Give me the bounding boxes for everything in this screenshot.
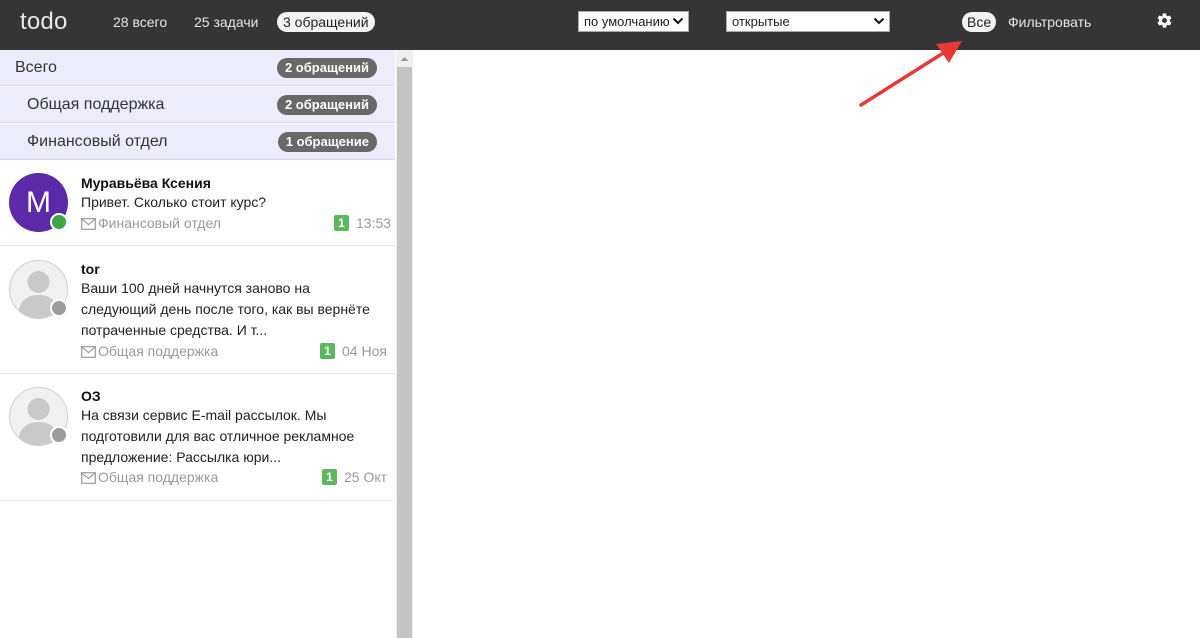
counter-tickets[interactable]: 3 обращений (277, 12, 375, 32)
filter-button[interactable]: Фильтровать (1008, 14, 1091, 30)
category-label: Общая поддержка (27, 96, 165, 113)
message-preview: Привет. Сколько стоит курс? (81, 194, 267, 210)
app-logo[interactable]: todo (20, 8, 68, 36)
offline-status-icon (50, 426, 68, 444)
message-preview: Ваши 100 дней начнутся заново на следующ… (81, 280, 370, 338)
timestamp: 13:53 (356, 215, 392, 231)
unread-count-badge: 1 (334, 215, 349, 231)
channel: Финансовый отдел (81, 215, 221, 231)
sort-select-value: по умолчанию (584, 14, 670, 29)
channel-label: Финансовый отдел (98, 215, 221, 231)
timestamp: 04 Ноя (342, 343, 387, 359)
category-all[interactable]: Всего 2 обращений (0, 50, 395, 86)
category-count-badge: 2 обращений (276, 58, 377, 78)
state-select[interactable]: открытые (726, 11, 890, 32)
offline-status-icon (50, 299, 68, 317)
scroll-up-arrow-icon[interactable] (396, 53, 413, 65)
message-preview: На связи сервис E-mail рассылок. Мы подг… (81, 407, 355, 465)
channel-label: Общая поддержка (98, 469, 219, 485)
sort-select[interactable]: по умолчанию (578, 11, 689, 32)
all-button[interactable]: Все (962, 12, 997, 32)
category-finance[interactable]: Финансовый отдел 1 обращение (0, 124, 395, 160)
channel: Общая поддержка (81, 343, 218, 359)
envelope-icon (81, 218, 96, 230)
category-label: Финансовый отдел (27, 133, 168, 150)
counter-tasks[interactable]: 25 задачи (194, 14, 258, 30)
unread-count-badge: 1 (322, 469, 337, 485)
chevron-down-icon (873, 17, 885, 25)
category-count-badge: 2 обращений (276, 95, 377, 115)
online-status-icon (50, 213, 68, 231)
category-label: Всего (15, 59, 57, 76)
conversation-panel: Всего 2 обращений Общая поддержка 2 обра… (0, 50, 395, 638)
category-general-support[interactable]: Общая поддержка 2 обращений (0, 87, 395, 123)
timestamp: 25 Окт (344, 469, 388, 485)
channel: Общая поддержка (81, 469, 218, 485)
scrollbar[interactable] (396, 50, 413, 638)
contact-name: Муравьёва Ксения (81, 175, 211, 191)
conversation-detail-panel (413, 50, 1200, 638)
contact-name: ОЗ (81, 388, 101, 404)
channel-label: Общая поддержка (98, 343, 219, 359)
counter-all[interactable]: 28 всего (113, 14, 167, 30)
envelope-icon (81, 472, 96, 484)
scrollbar-thumb[interactable] (397, 67, 412, 638)
category-count-badge: 1 обращение (277, 132, 377, 152)
chevron-down-icon (672, 17, 684, 25)
gear-icon[interactable] (1156, 12, 1173, 29)
conversation-item[interactable]: ОЗ На связи сервис E-mail рассылок. Мы п… (0, 375, 395, 501)
unread-count-badge: 1 (320, 343, 335, 359)
conversation-item[interactable]: M Муравьёва Ксения Привет. Сколько стоит… (0, 161, 395, 246)
contact-name: tor (81, 261, 100, 277)
envelope-icon (81, 346, 96, 358)
state-select-value: открытые (732, 14, 790, 29)
top-bar: todo 28 всего 25 задачи 3 обращений по у… (0, 0, 1200, 50)
conversation-item[interactable]: tor Ваши 100 дней начнутся заново на сле… (0, 247, 395, 374)
